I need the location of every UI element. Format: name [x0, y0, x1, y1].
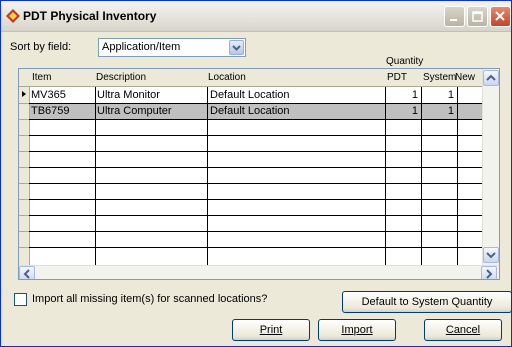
vertical-scrollbar[interactable]: [482, 69, 499, 265]
cell-pdt[interactable]: 1: [386, 104, 421, 119]
window-title: PDT Physical Inventory: [23, 9, 157, 23]
print-button-label: Print: [259, 324, 283, 336]
minimize-button[interactable]: [444, 6, 465, 27]
maximize-button[interactable]: [467, 6, 488, 27]
import-missing-label: Import all missing item(s) for scanned l…: [32, 293, 268, 305]
inventory-grid[interactable]: Item Description Location PDT System New: [18, 68, 500, 280]
scroll-up-button[interactable]: [483, 70, 499, 86]
chevron-right-icon: [486, 269, 493, 279]
chevron-up-icon: [486, 74, 496, 81]
cell-system[interactable]: 1: [423, 88, 454, 103]
cell-location[interactable]: Default Location: [208, 104, 385, 119]
quantity-group-label: Quantity: [386, 56, 424, 67]
close-icon: [495, 11, 505, 21]
cell-pdt[interactable]: 1: [387, 88, 418, 103]
scroll-down-button[interactable]: [483, 247, 499, 263]
sort-field-value: Application/Item: [102, 41, 181, 53]
default-to-system-quantity-button[interactable]: Default to System Quantity: [342, 291, 512, 313]
horizontal-scrollbar[interactable]: [19, 265, 499, 279]
print-button[interactable]: Print: [232, 319, 310, 341]
cell-description[interactable]: Ultra Monitor: [97, 88, 205, 103]
cell-item[interactable]: TB6759: [30, 104, 95, 119]
cell-system[interactable]: 1: [422, 104, 457, 119]
import-button[interactable]: Import: [318, 319, 396, 341]
current-row-pointer-icon: [22, 91, 26, 97]
sort-field-select[interactable]: Application/Item: [98, 38, 246, 57]
cancel-button[interactable]: Cancel: [424, 319, 502, 341]
cell-item[interactable]: MV365: [31, 88, 93, 103]
chevron-left-icon: [23, 269, 30, 279]
cell-description[interactable]: Ultra Computer: [96, 104, 207, 119]
scroll-left-button[interactable]: [19, 266, 35, 279]
chevron-down-icon: [232, 45, 241, 51]
pdt-window: PDT Physical Inventory Sort by field: Ap…: [0, 0, 512, 347]
minimize-icon: [450, 19, 457, 21]
import-button-label: Import: [341, 324, 373, 336]
chevron-down-icon: [486, 252, 496, 259]
sort-label: Sort by field:: [10, 41, 72, 53]
title-bar[interactable]: PDT Physical Inventory: [1, 1, 511, 32]
scroll-right-button[interactable]: [481, 266, 497, 279]
dropdown-arrow-button[interactable]: [229, 40, 244, 55]
app-diamond-icon: [6, 9, 20, 23]
cancel-button-label: Cancel: [445, 324, 481, 336]
close-button[interactable]: [490, 6, 511, 27]
cell-location[interactable]: Default Location: [210, 88, 382, 103]
maximize-icon: [472, 11, 483, 22]
import-missing-checkbox[interactable]: [14, 293, 27, 306]
